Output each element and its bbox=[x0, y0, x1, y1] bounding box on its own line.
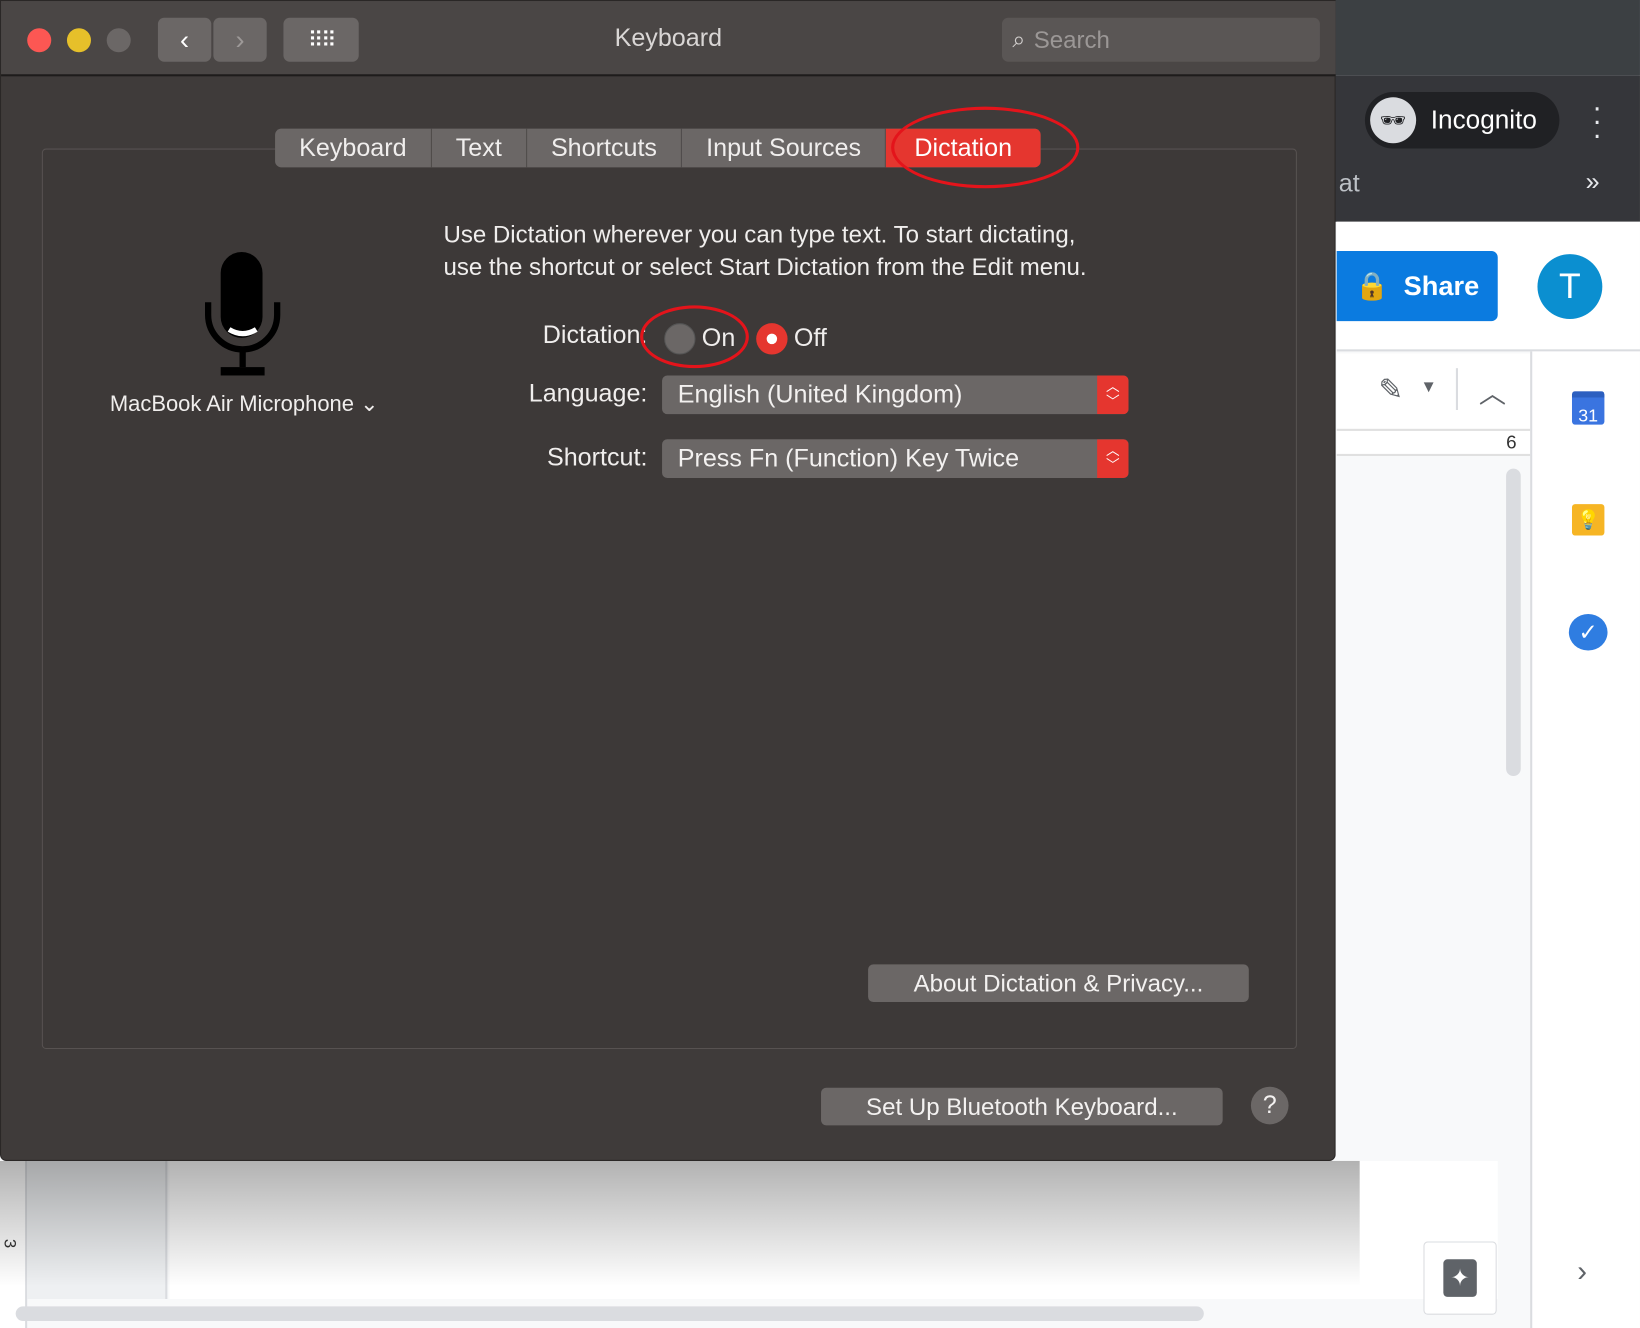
incognito-label: Incognito bbox=[1430, 105, 1537, 135]
help-button[interactable]: ? bbox=[1250, 1086, 1289, 1125]
vertical-scrollbar[interactable] bbox=[1506, 468, 1521, 777]
more-bookmarks-icon[interactable]: » bbox=[1586, 167, 1600, 196]
setup-bluetooth-keyboard-button[interactable]: Set Up Bluetooth Keyboard... bbox=[821, 1087, 1223, 1126]
caret-down-icon[interactable]: ▼ bbox=[1420, 379, 1437, 398]
dictation-label: Dictation: bbox=[542, 321, 648, 350]
horizontal-scrollbar[interactable] bbox=[15, 1306, 1204, 1321]
zoom-button[interactable] bbox=[106, 28, 131, 53]
keyboard-preferences-window: ‹ › ⠿⠿ Keyboard ⌕ Search Keyboard Text Sh… bbox=[0, 0, 1336, 1161]
keep-lightbulb-icon[interactable]: 💡 bbox=[1571, 504, 1605, 536]
dictation-off-radio[interactable] bbox=[756, 323, 788, 355]
dictation-off-label[interactable]: Off bbox=[794, 324, 827, 353]
forward-button[interactable]: › bbox=[213, 17, 267, 62]
search-input[interactable]: ⌕ Search bbox=[1001, 17, 1320, 62]
document-page[interactable] bbox=[169, 1160, 1498, 1300]
ruler-number: 3 bbox=[0, 1238, 19, 1249]
close-button[interactable] bbox=[27, 28, 52, 53]
dictation-on-radio[interactable] bbox=[664, 323, 696, 355]
chevron-down-icon: ⌄ bbox=[360, 392, 379, 417]
language-popup[interactable]: English (United Kingdom) ︿ ﹀ bbox=[662, 375, 1129, 415]
page-margin bbox=[27, 1160, 168, 1300]
share-label: Share bbox=[1403, 269, 1480, 302]
pencil-icon[interactable]: ✎ bbox=[1378, 372, 1403, 407]
language-value: English (United Kingdom) bbox=[677, 380, 963, 409]
vertical-ruler: 3 bbox=[0, 1160, 28, 1328]
ruler: 6 bbox=[1336, 428, 1532, 457]
shortcut-label: Shortcut: bbox=[546, 443, 648, 472]
description-line: Use Dictation wherever you can type text… bbox=[443, 220, 1076, 248]
dictation-description: Use Dictation wherever you can type text… bbox=[443, 219, 1086, 284]
tab-bar: Keyboard Text Shortcuts Input Sources Di… bbox=[275, 128, 1041, 168]
share-button[interactable]: 🔒 Share bbox=[1336, 251, 1498, 322]
ruler-number: 6 bbox=[1506, 431, 1517, 453]
shortcut-popup[interactable]: Press Fn (Function) Key Twice ︿ ﹀ bbox=[662, 439, 1129, 478]
sparkle-icon: ✦ bbox=[1443, 1259, 1477, 1297]
tasks-icon[interactable]: ✓ bbox=[1568, 613, 1608, 651]
tab-text[interactable]: Text bbox=[432, 128, 527, 168]
tab-keyboard[interactable]: Keyboard bbox=[275, 128, 432, 168]
browser-menu-icon[interactable]: · · · bbox=[1588, 93, 1607, 149]
tab-input-sources[interactable]: Input Sources bbox=[682, 128, 887, 168]
show-all-grid-icon[interactable]: ⠿⠿ bbox=[283, 17, 359, 62]
description-line: use the shortcut or select Start Dictati… bbox=[443, 253, 1087, 281]
microphone-selector[interactable]: MacBook Air Microphone ⌄ bbox=[110, 391, 379, 417]
side-panel bbox=[1530, 351, 1640, 1328]
incognito-badge[interactable]: 🕶 Incognito bbox=[1364, 92, 1560, 149]
explore-button[interactable]: ✦ bbox=[1423, 1241, 1497, 1315]
bookmark-fragment[interactable]: at bbox=[1339, 169, 1360, 198]
shortcut-value: Press Fn (Function) Key Twice bbox=[677, 443, 1020, 473]
avatar[interactable]: T bbox=[1537, 254, 1603, 319]
search-icon: ⌕ bbox=[1012, 26, 1026, 53]
window-title: Keyboard bbox=[614, 24, 723, 53]
microphone-icon bbox=[204, 252, 281, 376]
minimize-button[interactable] bbox=[66, 28, 91, 53]
navigation-buttons: ‹ › bbox=[157, 17, 267, 62]
back-button[interactable]: ‹ bbox=[157, 17, 212, 62]
lock-icon: 🔒 bbox=[1355, 269, 1390, 302]
language-label: Language: bbox=[528, 379, 648, 408]
chevron-right-icon[interactable]: › bbox=[1577, 1255, 1587, 1288]
stepper-icon: ︿ ﹀ bbox=[1097, 439, 1129, 478]
dictation-on-label[interactable]: On bbox=[702, 324, 735, 353]
calendar-icon[interactable]: 31 bbox=[1571, 391, 1605, 426]
incognito-icon: 🕶 bbox=[1370, 97, 1417, 144]
search-placeholder: Search bbox=[1033, 25, 1110, 53]
screen: 🕶 Incognito · · · at » 🔒 Share T ✎ ▼ ︿ 6 31 … bbox=[0, 0, 1640, 1328]
tab-dictation[interactable]: Dictation bbox=[886, 128, 1041, 168]
tab-shortcuts[interactable]: Shortcuts bbox=[527, 128, 683, 168]
toolbar-divider bbox=[1455, 368, 1458, 410]
microphone-name: MacBook Air Microphone bbox=[109, 392, 354, 417]
about-dictation-privacy-button[interactable]: About Dictation & Privacy... bbox=[868, 964, 1249, 1002]
chevron-up-icon[interactable]: ︿ bbox=[1479, 372, 1506, 411]
stepper-icon: ︿ ﹀ bbox=[1097, 375, 1129, 415]
